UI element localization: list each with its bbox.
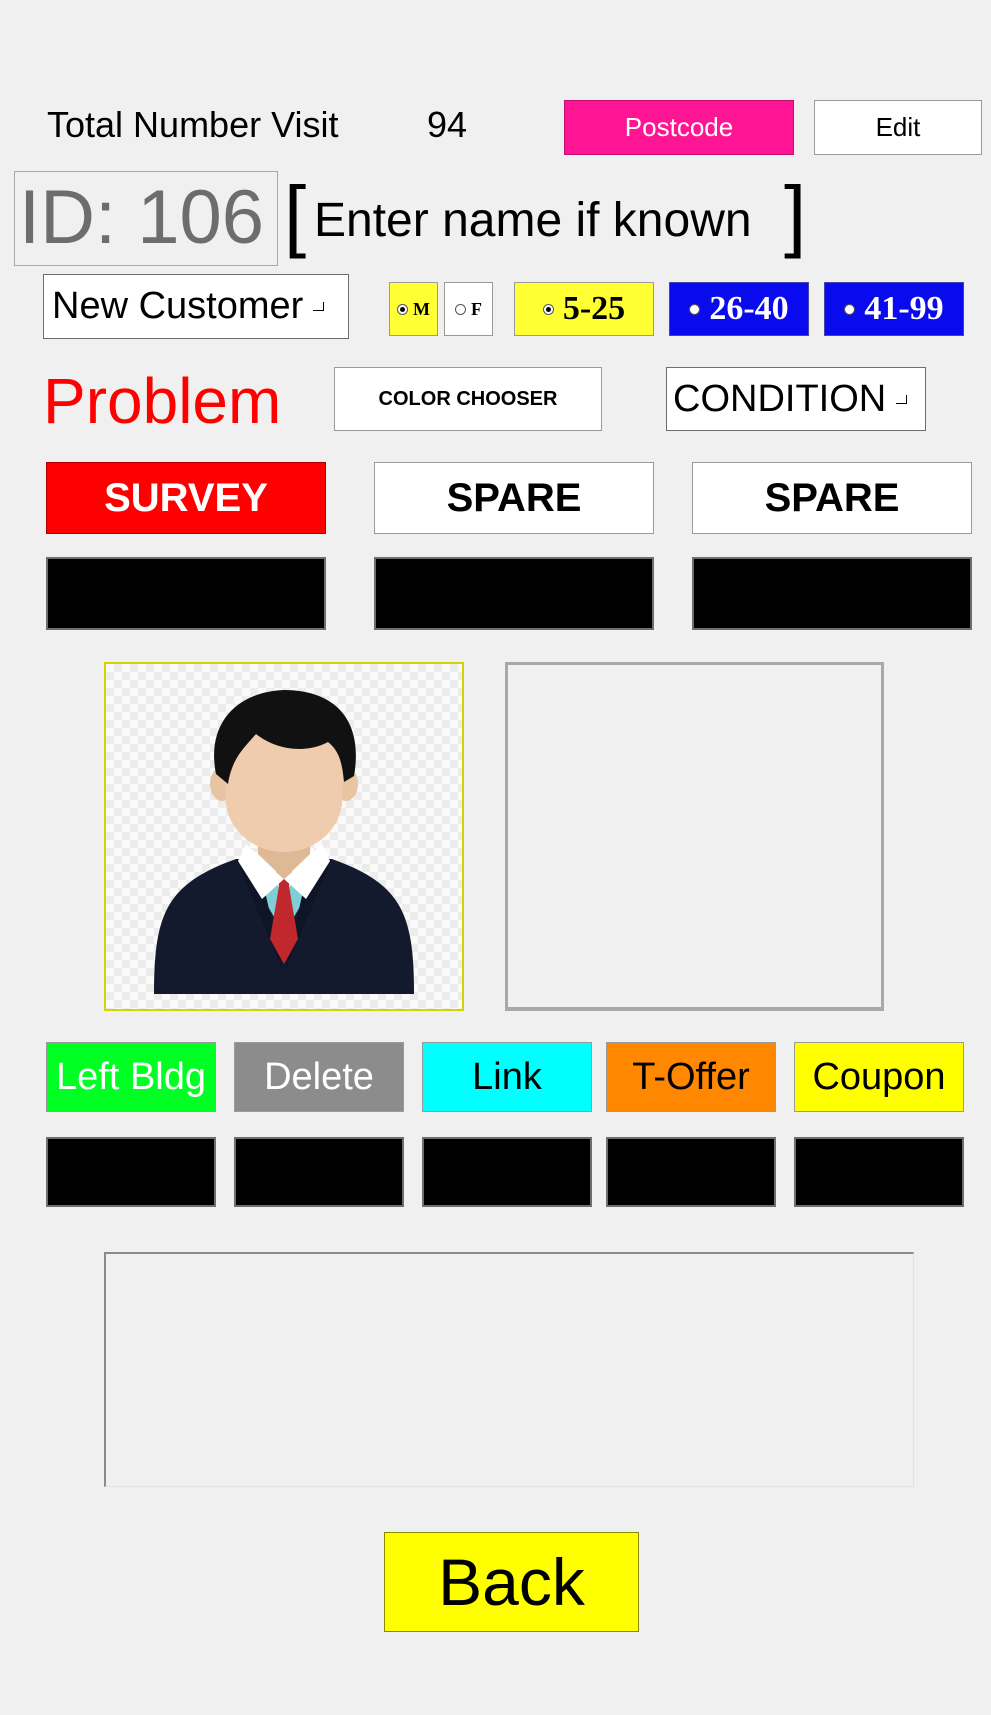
total-visits-label: Total Number Visit bbox=[47, 104, 339, 145]
customer-name-input[interactable]: Enter name if known bbox=[314, 188, 784, 254]
gender-label-m: M bbox=[413, 298, 430, 319]
radio-unselected-icon bbox=[844, 303, 856, 315]
black-panel-7 bbox=[606, 1137, 776, 1207]
postcode-button[interactable]: Postcode bbox=[564, 100, 794, 155]
delete-button[interactable]: Delete bbox=[234, 1042, 404, 1112]
age-label-26-40: 26-40 bbox=[709, 290, 789, 327]
back-button[interactable]: Back bbox=[384, 1532, 639, 1632]
black-panel-8 bbox=[794, 1137, 964, 1207]
businessman-avatar-icon bbox=[154, 690, 414, 994]
black-panel-6 bbox=[422, 1137, 592, 1207]
survey-button[interactable]: SURVEY bbox=[46, 462, 326, 534]
total-visits-count: 94 bbox=[427, 104, 468, 145]
edit-button[interactable]: Edit bbox=[814, 100, 982, 155]
spare-button-2[interactable]: SPARE bbox=[692, 462, 972, 534]
radio-unselected-icon bbox=[689, 303, 701, 315]
gender-option-m[interactable]: M bbox=[389, 282, 438, 336]
chevron-down-icon bbox=[896, 394, 908, 404]
problem-label: Problem bbox=[43, 365, 282, 437]
customer-status-dropdown[interactable]: New Customer bbox=[43, 274, 349, 339]
link-button[interactable]: Link bbox=[422, 1042, 592, 1112]
radio-selected-icon bbox=[397, 303, 408, 315]
radio-selected-icon bbox=[542, 303, 554, 315]
radio-unselected-icon bbox=[455, 303, 466, 315]
black-panel-3 bbox=[692, 557, 972, 630]
age-option-41-99[interactable]: 41-99 bbox=[824, 282, 964, 336]
black-panel-4 bbox=[46, 1137, 216, 1207]
name-bracket-open: [ bbox=[284, 170, 307, 259]
age-option-5-25[interactable]: 5-25 bbox=[514, 282, 654, 336]
customer-id: ID: 106 bbox=[14, 171, 278, 266]
left-bldg-button[interactable]: Left Bldg bbox=[46, 1042, 216, 1112]
spare-button-1[interactable]: SPARE bbox=[374, 462, 654, 534]
customer-photo[interactable] bbox=[104, 662, 464, 1011]
color-chooser-button[interactable]: COLOR CHOOSER bbox=[334, 367, 602, 431]
image-placeholder bbox=[505, 662, 884, 1011]
condition-value: CONDITION bbox=[673, 377, 887, 420]
black-panel-2 bbox=[374, 557, 654, 630]
gender-option-f[interactable]: F bbox=[444, 282, 493, 336]
coupon-button[interactable]: Coupon bbox=[794, 1042, 964, 1112]
customer-status-value: New Customer bbox=[52, 285, 304, 327]
black-panel-5 bbox=[234, 1137, 404, 1207]
age-option-26-40[interactable]: 26-40 bbox=[669, 282, 809, 336]
t-offer-button[interactable]: T-Offer bbox=[606, 1042, 776, 1112]
condition-dropdown[interactable]: CONDITION bbox=[666, 367, 926, 431]
age-label-5-25: 5-25 bbox=[562, 290, 626, 327]
chevron-down-icon bbox=[313, 302, 325, 311]
name-bracket-close: ] bbox=[784, 170, 807, 259]
gender-label-f: F bbox=[471, 298, 482, 319]
notes-textarea[interactable] bbox=[104, 1252, 914, 1487]
black-panel-1 bbox=[46, 557, 326, 630]
age-label-41-99: 41-99 bbox=[864, 290, 944, 327]
